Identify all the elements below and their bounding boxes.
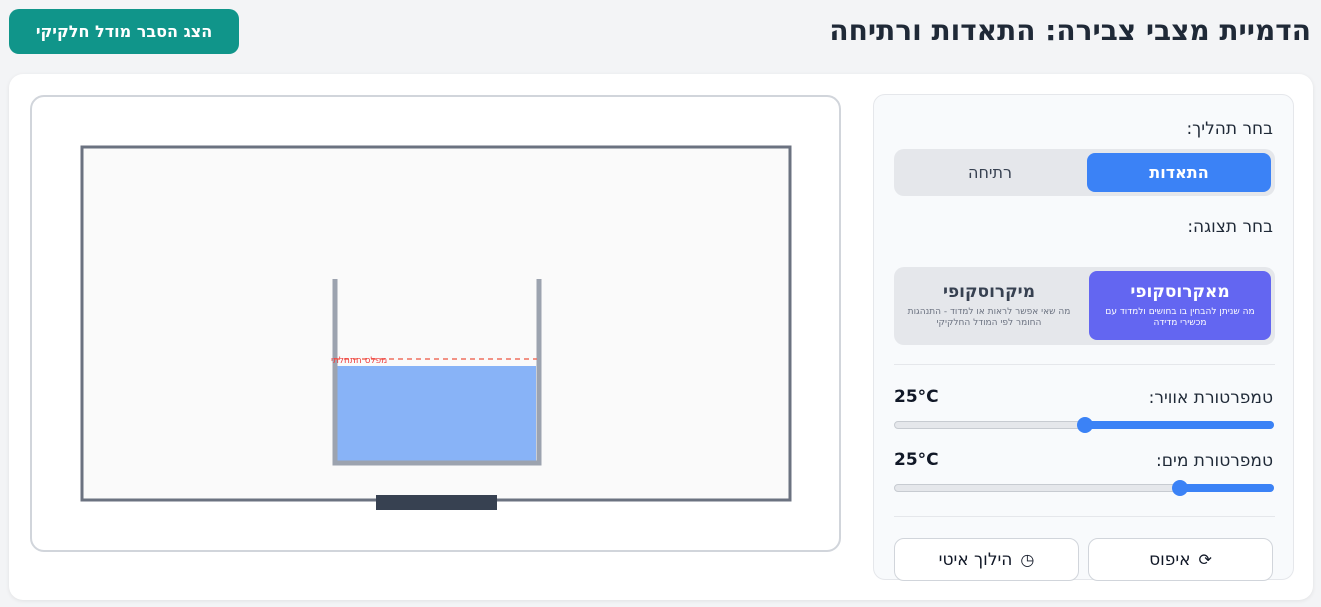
water-temp-slider[interactable] (894, 480, 1274, 496)
refresh-icon: ⟳ (1198, 549, 1212, 569)
slider-thumb[interactable] (1077, 417, 1093, 433)
process-label: בחר תהליך: (1186, 119, 1273, 139)
initial-level-label: מפלס התחלתי (331, 356, 387, 366)
simulation-panel: מפלס התחלתי (30, 95, 841, 552)
view-option-title: מאקרוסקופי (1130, 282, 1230, 302)
clock-icon: ◷ (1020, 549, 1035, 569)
view-option-microscopic[interactable]: מיקרוסקופי מה שאי אפשר לראות או למדוד - … (898, 271, 1080, 340)
show-particle-explanation-button[interactable]: הצג הסבר מודל חלקיקי (9, 9, 239, 54)
slider-thumb[interactable] (1172, 480, 1188, 496)
slow-motion-button-label: הילוך איטי (938, 549, 1013, 570)
air-temp-value: 25°C (894, 387, 939, 407)
view-label: בחר תצוגה: (1187, 217, 1273, 237)
reset-button-label: איפוס (1149, 549, 1191, 570)
divider (894, 516, 1275, 517)
slider-fill (1178, 484, 1274, 492)
process-option-evaporation[interactable]: התאדות (1087, 153, 1271, 192)
view-option-description: מה שניתן להבחין בו בחושים ולמדוד עם מכשי… (1105, 307, 1255, 328)
view-option-description: מה שאי אפשר לראות או למדוד - התנהגות החו… (907, 307, 1071, 328)
view-option-title: מיקרוסקופי (943, 282, 1035, 302)
view-option-macroscopic[interactable]: מאקרוסקופי מה שניתן להבחין בו בחושים ולמ… (1089, 271, 1271, 340)
divider (894, 364, 1275, 365)
slider-fill (1083, 421, 1274, 429)
page-title: הדמיית מצבי צבירה: התאדות ורתיחה (829, 14, 1311, 47)
process-toggle: התאדות רתיחה (894, 149, 1275, 196)
main-card: מפלס התחלתי בחר תהליך: התאדות רתיחה בחר … (9, 74, 1313, 600)
air-temp-label: טמפרטורת אוויר: (1148, 388, 1273, 408)
air-temp-slider[interactable] (894, 417, 1274, 433)
reset-button[interactable]: ⟳ איפוס (1088, 538, 1273, 581)
water-temp-label: טמפרטורת מים: (1156, 451, 1273, 471)
view-toggle: מאקרוסקופי מה שניתן להבחין בו בחושים ולמ… (894, 267, 1275, 345)
water-temp-value: 25°C (894, 450, 939, 470)
simulation-canvas: מפלס התחלתי (80, 145, 792, 510)
heater-plate (376, 495, 497, 510)
slow-motion-button[interactable]: ◷ הילוך איטי (894, 538, 1079, 581)
process-option-boiling[interactable]: רתיחה (898, 153, 1082, 192)
water (336, 366, 536, 461)
control-panel: בחר תהליך: התאדות רתיחה בחר תצוגה: מאקרו… (873, 94, 1294, 581)
